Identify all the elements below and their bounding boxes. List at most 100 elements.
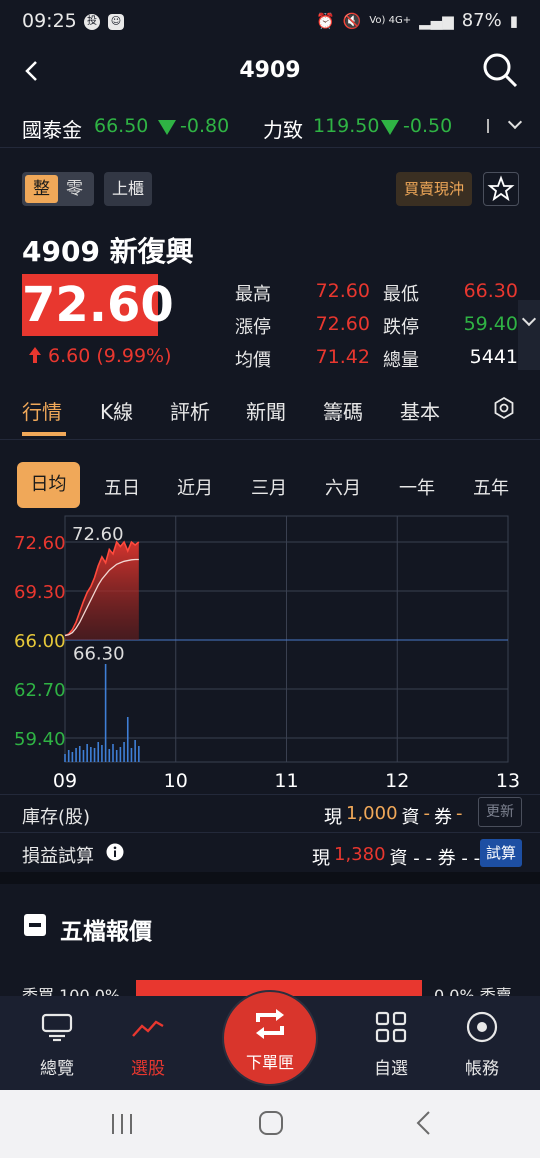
x-tick-label: 12 [385, 770, 409, 790]
y-tick-label: 69.30 [14, 582, 66, 603]
inventory-short-qty: - [456, 803, 463, 824]
y-tick-label: 66.00 [14, 631, 66, 652]
odd-lot-option[interactable]: 零 [58, 175, 91, 203]
lot-toggle[interactable]: 整 零 [22, 172, 94, 206]
calc-button[interactable]: 試算 [480, 839, 522, 867]
range-1m[interactable]: 近月 [177, 474, 213, 500]
tab-quote[interactable]: 行情 [22, 396, 62, 425]
favorite-button[interactable] [483, 172, 519, 206]
signal-icon: ▂▄▆ [419, 11, 454, 30]
down-triangle-icon [158, 120, 176, 135]
tab-kline[interactable]: K線 [100, 396, 133, 425]
status-right: ⏰ 🔇 Vo) 4G+ ▂▄▆ 87% ▮ [316, 10, 518, 31]
watchlist-icon[interactable] [374, 1010, 408, 1044]
range-5y[interactable]: 五年 [473, 474, 509, 500]
x-tick-label: 13 [496, 770, 520, 790]
settings-icon[interactable] [492, 396, 516, 420]
ticker-price: 66.50 [94, 115, 149, 137]
low-label: 最低 [383, 284, 419, 305]
tab-fundamental[interactable]: 基本 [400, 396, 440, 425]
home-icon[interactable] [258, 1110, 284, 1136]
limit-down-label: 跌停 [383, 317, 419, 338]
high-label: 最高 [235, 284, 271, 305]
system-nav-bar [0, 1090, 540, 1158]
y-tick-label: 62.70 [14, 680, 66, 701]
nav-account[interactable]: 帳務 [437, 1054, 527, 1079]
ticker-name: 力致 [263, 118, 303, 142]
limit-up-label: 漲停 [235, 317, 271, 338]
inventory-margin: 資 [401, 807, 420, 828]
status-time: 09:25 [22, 10, 77, 32]
ticker-name: 國泰金 [22, 118, 82, 142]
ticker-price: 119.50 [313, 115, 380, 137]
intraday-chart[interactable]: 72.60 69.30 66.00 62.70 59.40 09 10 11 12 13 72.60… [0, 512, 540, 790]
up-arrow-icon [29, 347, 41, 363]
account-icon[interactable] [465, 1010, 499, 1044]
tab-active-indicator [22, 432, 66, 436]
pnl-rest: 資 - - 券 - - [389, 848, 481, 869]
stock-picker-icon[interactable] [131, 1010, 165, 1044]
tab-chips[interactable]: 籌碼 [323, 396, 363, 425]
x-tick-label: 11 [274, 770, 298, 790]
nav-watchlist[interactable]: 自選 [346, 1054, 436, 1079]
limit-up-value: 72.60 [315, 313, 370, 335]
overview-icon[interactable] [40, 1010, 74, 1044]
limit-down-value: 59.40 [463, 313, 518, 335]
recent-apps-icon[interactable] [108, 1112, 136, 1136]
update-button[interactable]: 更新 [478, 797, 522, 827]
battery-icon: ▮ [509, 11, 518, 30]
ticker-separator [487, 119, 489, 133]
down-triangle-icon [381, 120, 399, 135]
alarm-icon: ⏰ [315, 11, 335, 30]
pnl-label: 損益試算 [22, 846, 94, 867]
high-value: 72.60 [315, 280, 370, 302]
tab-news[interactable]: 新聞 [246, 396, 286, 425]
inventory-short: 券 [434, 807, 453, 828]
battery-text: 87% [461, 10, 502, 31]
watch-ticker[interactable]: 國泰金 66.50 -0.80 力致 119.50 -0.50 [0, 106, 540, 148]
swap-icon [256, 1009, 284, 1039]
inventory-margin-qty: - [423, 803, 431, 824]
market-badge: 上櫃 [104, 172, 153, 206]
current-price: 72.60 [22, 277, 174, 333]
lot-option[interactable]: 整 [25, 175, 58, 203]
range-5d[interactable]: 五日 [104, 474, 140, 500]
nav-overview[interactable]: 總覽 [12, 1054, 102, 1079]
y-tick-label: 72.60 [14, 533, 66, 554]
inventory-label: 庫存(股) [22, 807, 91, 828]
network-text: Vo) 4G+ [369, 15, 412, 26]
pnl-value: 1,380 [334, 844, 386, 865]
range-6m[interactable]: 六月 [325, 474, 361, 500]
range-3m[interactable]: 三月 [251, 474, 287, 500]
star-icon [487, 175, 515, 202]
tab-analysis[interactable]: 評析 [170, 396, 210, 425]
low-value: 66.30 [463, 280, 518, 302]
chat-notification-icon: ☺ [108, 14, 124, 30]
x-tick-label: 10 [164, 770, 188, 790]
volume-value: 5441 [469, 346, 518, 368]
info-icon[interactable] [106, 843, 124, 861]
price-change: 6.60 (9.99%) [48, 345, 172, 367]
high-marker-label: 72.60 [72, 524, 124, 545]
mute-icon: 🔇 [342, 11, 362, 30]
avg-label: 均價 [235, 350, 271, 371]
pnl-values: 現 1,380 資 - - 券 - - [312, 844, 480, 870]
low-marker-label: 66.30 [73, 644, 125, 665]
page-title: 4909 [239, 58, 301, 83]
range-bar: 五日 近月 三月 六月 一年 五年 [0, 458, 540, 512]
ticker-change: -0.50 [403, 115, 453, 137]
search-icon[interactable] [480, 50, 520, 90]
nav-stock-picker[interactable]: 選股 [103, 1054, 193, 1079]
chevron-down-icon [521, 311, 537, 327]
five-level-title: 五檔報價 [60, 919, 152, 945]
inventory-qty: 1,000 [346, 803, 398, 824]
system-back-icon[interactable] [412, 1110, 436, 1136]
range-1y[interactable]: 一年 [399, 474, 435, 500]
app-notification-icon: 投 [84, 14, 100, 30]
y-tick-label: 59.40 [14, 729, 66, 750]
quote-expand-handle[interactable] [518, 300, 540, 370]
day-trade-badge: 買賣現沖 [396, 172, 473, 206]
section-divider [0, 872, 540, 884]
volume-label: 總量 [383, 350, 419, 371]
avg-value: 71.42 [315, 346, 370, 368]
